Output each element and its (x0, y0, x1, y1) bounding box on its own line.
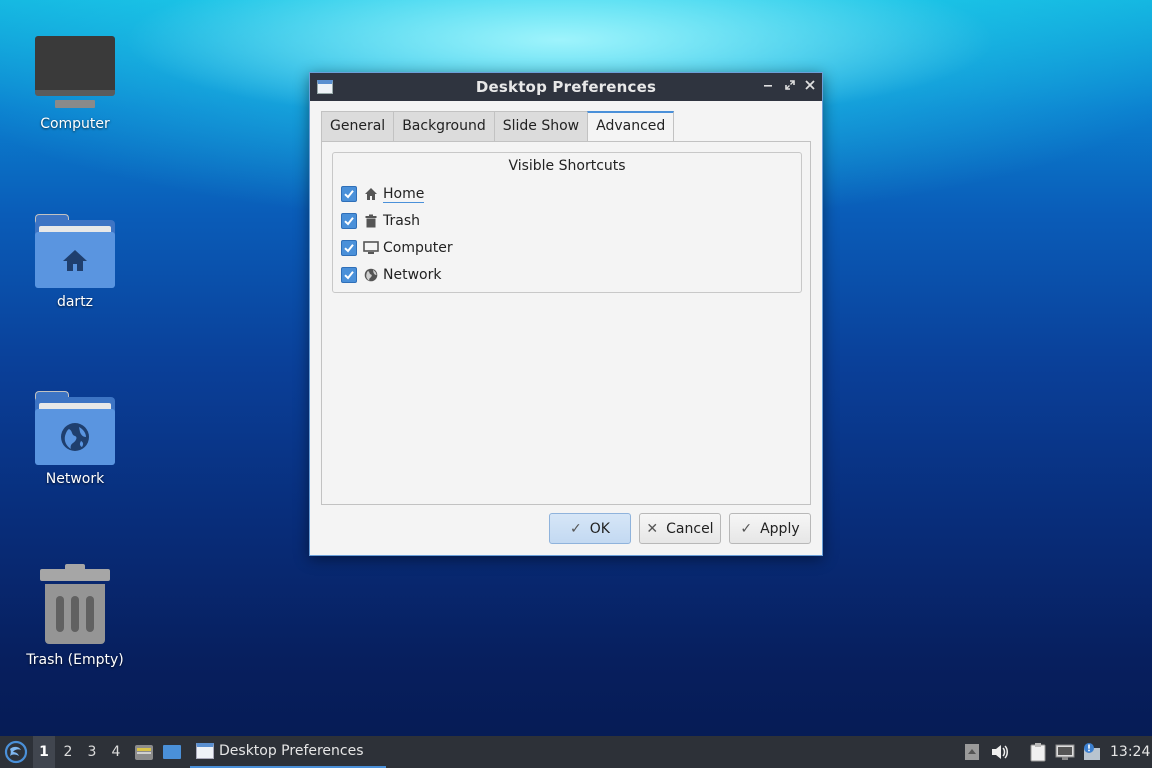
shortcut-label-network: Network (383, 267, 442, 283)
check-icon: ✓ (570, 520, 582, 537)
check-icon (344, 244, 354, 253)
desktop-icon-label: Network (45, 471, 105, 487)
window-icon (196, 743, 214, 759)
network-folder-icon (35, 391, 115, 465)
desktop-icon-computer[interactable]: Computer (10, 36, 140, 132)
trash-icon (363, 213, 379, 229)
desktop-switch-1[interactable]: 1 (33, 736, 55, 768)
minimize-icon[interactable] (758, 77, 778, 97)
window-icon (317, 80, 333, 94)
apply-button-label: Apply (760, 520, 800, 537)
desktop-icon-label: dartz (56, 294, 94, 310)
tab-advanced[interactable]: Advanced (587, 111, 675, 142)
update-notifier-button[interactable] (1082, 742, 1102, 762)
cancel-button[interactable]: ✕ Cancel (639, 513, 721, 544)
computer-icon (35, 36, 115, 110)
cancel-button-label: Cancel (666, 520, 714, 537)
clipboard-icon (1030, 743, 1046, 762)
group-title: Visible Shortcuts (508, 158, 626, 174)
close-icon: ✕ (646, 520, 659, 537)
network-checkbox[interactable] (341, 267, 357, 283)
taskbar-task-desktop-preferences[interactable]: Desktop Preferences (190, 736, 386, 768)
network-wired-icon (1055, 744, 1075, 760)
taskbar: 1 2 3 4 Desktop Preferences 13:24 (0, 736, 1152, 768)
shortcut-row-trash[interactable]: Trash (341, 211, 420, 231)
computer-checkbox[interactable] (341, 240, 357, 256)
advanced-tab-panel: Visible Shortcuts Home Trash Computer Ne… (321, 141, 811, 505)
dialog-title: Desktop Preferences (475, 78, 657, 96)
desktop-icon-label: Trash (Empty) (26, 652, 124, 668)
shortcut-label-computer: Computer (383, 240, 453, 256)
home-checkbox[interactable] (341, 186, 357, 202)
clipboard-button[interactable] (1028, 742, 1048, 762)
show-desktop-button[interactable] (162, 742, 182, 762)
volume-button[interactable] (990, 742, 1010, 762)
arrow-up-icon (965, 744, 979, 760)
home-icon (363, 186, 379, 202)
tab-slide-show[interactable]: Slide Show (493, 111, 589, 141)
desktop-icon-trash[interactable]: Trash (Empty) (10, 564, 140, 668)
tab-background[interactable]: Background (393, 111, 495, 141)
network-status-button[interactable] (1055, 742, 1075, 762)
desktop-switch-2[interactable]: 2 (57, 736, 79, 768)
tray-up-arrow[interactable] (962, 742, 982, 762)
shortcut-row-computer[interactable]: Computer (341, 238, 453, 258)
maximize-icon[interactable] (780, 77, 800, 97)
desktop-icon-label: Computer (40, 116, 110, 132)
trash-icon (35, 564, 115, 646)
check-icon (344, 271, 354, 280)
task-label: Desktop Preferences (219, 743, 364, 759)
check-icon (344, 190, 354, 199)
tab-general[interactable]: General (321, 111, 395, 141)
clock[interactable]: 13:24 (1110, 736, 1150, 768)
lxqt-logo-icon (4, 740, 28, 764)
shortcut-label-trash: Trash (383, 213, 420, 229)
check-icon (344, 217, 354, 226)
ok-button-label: OK (589, 520, 610, 537)
apply-button[interactable]: ✓ Apply (729, 513, 811, 544)
monitor-icon (363, 240, 379, 256)
desktop-switch-3[interactable]: 3 (81, 736, 103, 768)
shortcut-row-home[interactable]: Home (341, 184, 425, 204)
globe-icon (363, 267, 379, 283)
update-alert-icon (1084, 743, 1100, 760)
desktop-preferences-dialog: Desktop Preferences General Background S… (309, 72, 823, 556)
visible-shortcuts-group: Visible Shortcuts Home Trash Computer Ne… (332, 152, 802, 293)
close-icon[interactable] (800, 77, 820, 97)
application-menu-button[interactable] (4, 740, 28, 764)
ok-button[interactable]: ✓ OK (549, 513, 631, 544)
desktop-icon-network[interactable]: Network (10, 391, 140, 487)
trash-checkbox[interactable] (341, 213, 357, 229)
file-manager-launcher[interactable] (134, 742, 154, 762)
shortcut-label-home: Home (383, 185, 425, 203)
titlebar[interactable]: Desktop Preferences (310, 73, 822, 101)
home-folder-icon (35, 214, 115, 288)
desktop-icon-home-folder[interactable]: dartz (10, 214, 140, 310)
check-icon: ✓ (740, 520, 753, 537)
desktop-switch-4[interactable]: 4 (105, 736, 127, 768)
show-desktop-icon (163, 745, 181, 759)
shortcut-row-network[interactable]: Network (341, 265, 441, 285)
tab-bar: General Background Slide Show Advanced (321, 111, 675, 142)
file-manager-icon (135, 745, 153, 760)
volume-icon (992, 745, 1008, 759)
